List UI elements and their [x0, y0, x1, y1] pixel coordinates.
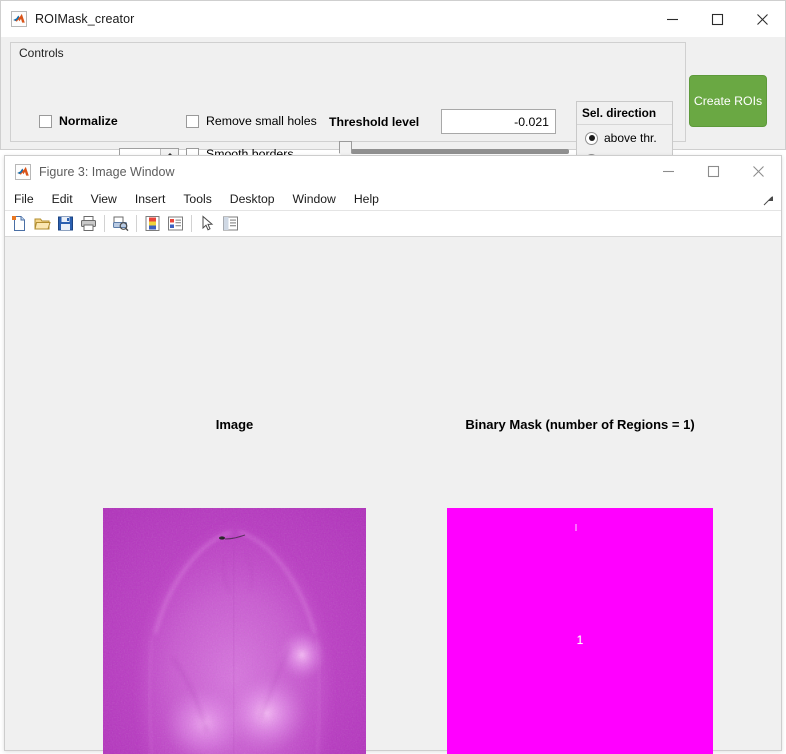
print-figure-icon[interactable] — [78, 213, 99, 234]
radio-above-label: above thr. — [604, 131, 657, 145]
figure-toolbar — [5, 211, 781, 237]
window2-controls — [646, 156, 781, 187]
dock-figure-icon[interactable] — [763, 193, 774, 206]
create-rois-button[interactable]: Create ROIs — [689, 75, 767, 127]
print-preview-icon[interactable] — [110, 213, 131, 234]
toolbar-separator — [104, 215, 105, 232]
radio-button — [585, 131, 598, 145]
menu-item-edit[interactable]: Edit — [43, 187, 82, 211]
new-figure-icon[interactable] — [9, 213, 30, 234]
maximize-button[interactable] — [691, 156, 736, 187]
checkbox-box — [186, 114, 199, 128]
menu-item-desktop[interactable]: Desktop — [221, 187, 284, 211]
minimize-button[interactable] — [650, 1, 695, 37]
insert-legend-icon[interactable] — [165, 213, 186, 234]
checkbox-box — [39, 114, 52, 128]
cortex-image — [103, 508, 366, 754]
menu-item-view[interactable]: View — [82, 187, 126, 211]
panel-divider — [577, 124, 672, 125]
slider-track[interactable] — [351, 149, 569, 154]
window2-titlebar[interactable]: Figure 3: Image Window — [5, 156, 781, 187]
normalize-label: Normalize — [59, 114, 118, 128]
toolbar-separator — [136, 215, 137, 232]
roimask-creator-window: ROIMask_creator Controls Normalize Remov… — [0, 0, 786, 177]
mask-artifact — [574, 523, 577, 531]
threshold-value-input[interactable]: -0.021 — [441, 109, 556, 134]
close-button[interactable] — [736, 156, 781, 187]
window1-title: ROIMask_creator — [35, 12, 135, 26]
right-axes-title: Binary Mask (number of Regions = 1) — [465, 417, 695, 432]
left-axes-title: Image — [215, 417, 254, 432]
toolbar-separator — [191, 215, 192, 232]
maximize-button[interactable] — [695, 1, 740, 37]
minimize-button[interactable] — [646, 156, 691, 187]
window2-title: Figure 3: Image Window — [39, 164, 175, 179]
menu-item-help[interactable]: Help — [345, 187, 388, 211]
remove-small-holes-checkbox[interactable]: Remove small holes — [186, 114, 317, 128]
matlab-icon — [15, 163, 31, 180]
menu-item-insert[interactable]: Insert — [126, 187, 174, 211]
remove-small-holes-label: Remove small holes — [206, 114, 317, 128]
threshold-level-label: Threshold level — [329, 115, 420, 129]
open-file-icon[interactable] — [32, 213, 53, 234]
close-button[interactable] — [740, 1, 785, 37]
menu-item-tools[interactable]: Tools — [174, 187, 220, 211]
normalize-checkbox[interactable]: Normalize — [39, 114, 118, 128]
binary-mask-axes[interactable]: 1 — [447, 508, 713, 754]
figure-menubar: File Edit View Insert Tools Desktop Window Help — [5, 187, 781, 211]
screenshot-root: ROIMask_creator Controls Normalize Remov… — [0, 0, 786, 754]
edit-plot-pointer-icon[interactable] — [197, 213, 218, 234]
sel-direction-title: Sel. direction — [582, 106, 657, 120]
menu-item-window[interactable]: Window — [284, 187, 345, 211]
image-axes[interactable] — [103, 508, 366, 754]
insert-colorbar-icon[interactable] — [142, 213, 163, 234]
window1-controls — [650, 1, 785, 37]
save-figure-icon[interactable] — [55, 213, 76, 234]
figure-canvas: Image Binary Mask (number of Regions = 1… — [5, 237, 781, 754]
window1-titlebar[interactable]: ROIMask_creator — [1, 1, 785, 37]
matlab-icon — [11, 11, 27, 27]
controls-groupbox: Controls Normalize Excl. ROIs 4 Remove s… — [10, 42, 686, 177]
controls-group-title: Controls — [19, 46, 64, 60]
figure-image-window: Figure 3: Image Window File Edit View Inser… — [4, 155, 782, 754]
menu-item-file[interactable]: File — [5, 187, 43, 211]
show-plot-tools-icon[interactable] — [220, 213, 241, 234]
mask-region-label: 1 — [576, 633, 584, 647]
radio-above-threshold[interactable]: above thr. — [585, 131, 657, 145]
